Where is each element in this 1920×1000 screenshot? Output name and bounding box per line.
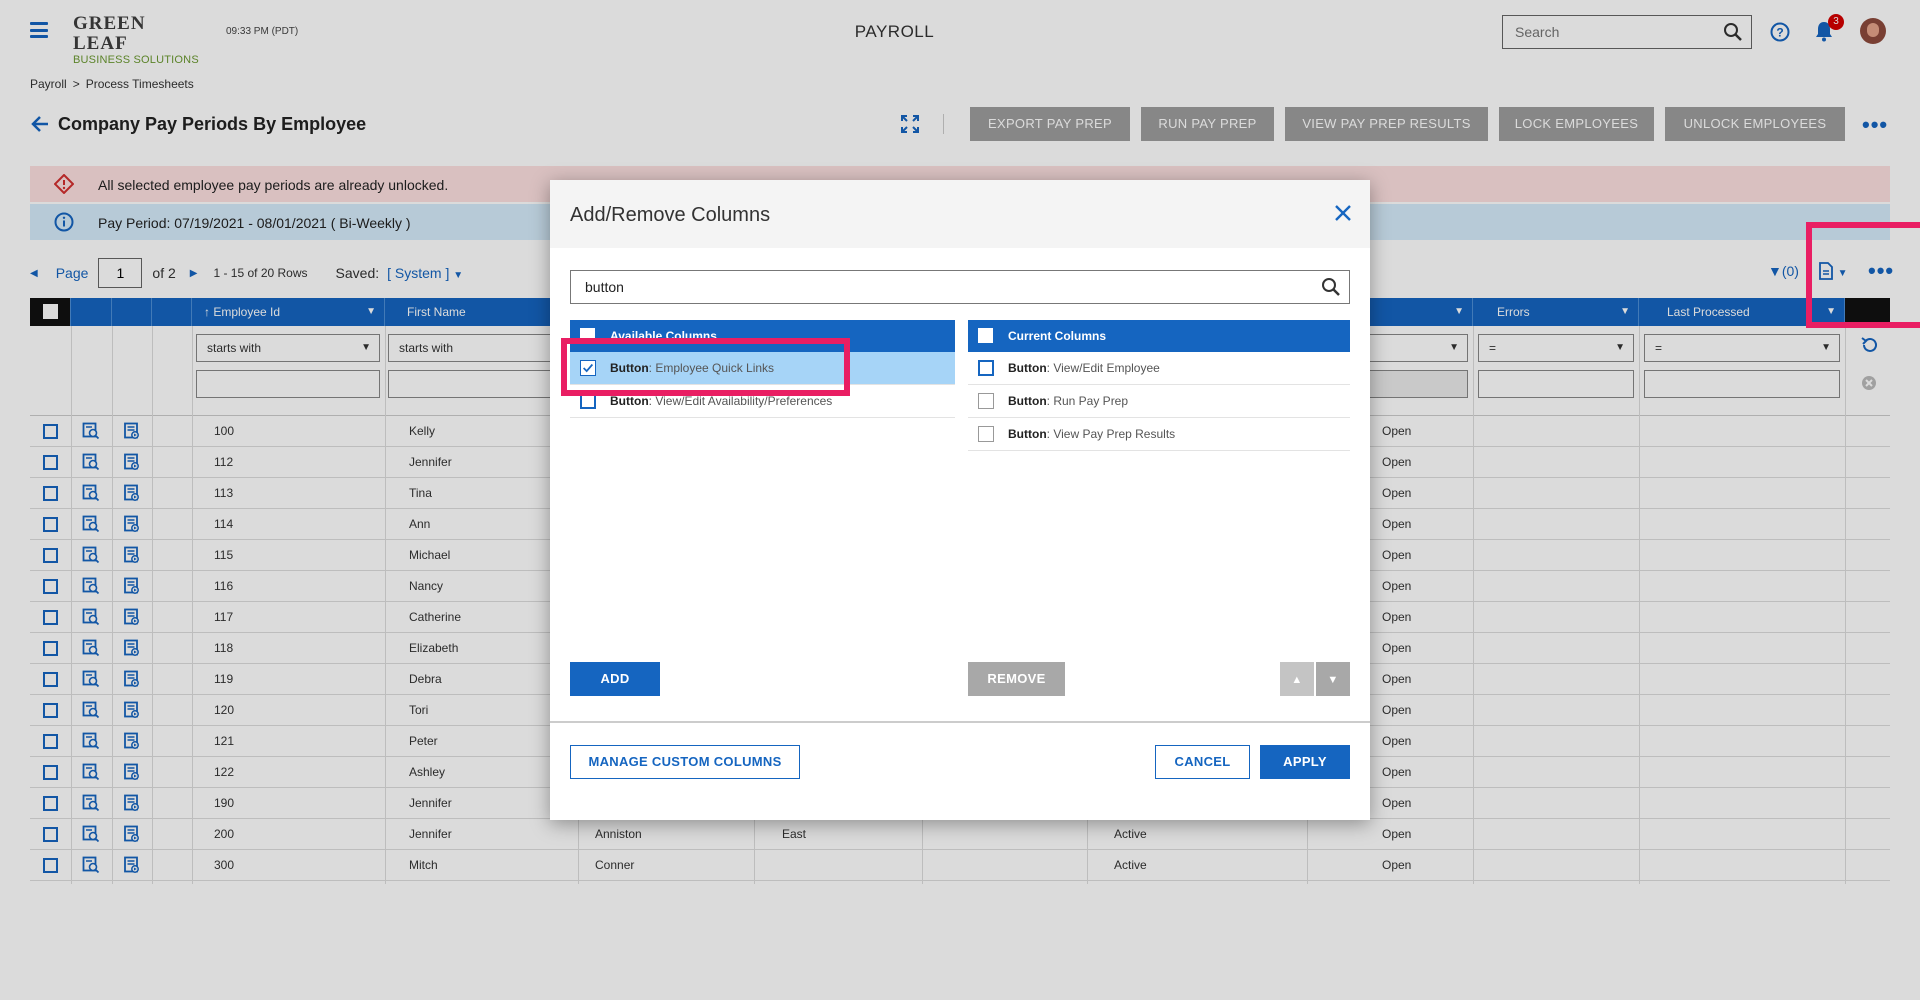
checkbox[interactable] bbox=[978, 360, 994, 376]
item-label: : View/Edit Employee bbox=[1046, 361, 1160, 375]
current-column-item[interactable]: Button: Run Pay Prep bbox=[968, 385, 1350, 418]
dialog-divider bbox=[550, 721, 1370, 723]
move-down-button[interactable]: ▼ bbox=[1316, 662, 1350, 696]
move-up-button[interactable]: ▲ bbox=[1280, 662, 1314, 696]
add-remove-columns-dialog: Add/Remove Columns Available Columns But… bbox=[550, 180, 1370, 820]
item-prefix: Button bbox=[610, 394, 649, 408]
checkbox[interactable] bbox=[978, 426, 994, 442]
dialog-header: Add/Remove Columns bbox=[550, 180, 1370, 248]
cancel-button[interactable]: CANCEL bbox=[1155, 745, 1250, 779]
select-all-current-checkbox[interactable] bbox=[978, 328, 993, 343]
item-prefix: Button bbox=[1008, 361, 1047, 375]
item-prefix: Button bbox=[1008, 394, 1047, 408]
item-label: : View Pay Prep Results bbox=[1046, 427, 1176, 441]
annotation-highlight-selected-item bbox=[561, 338, 850, 396]
chevron-up-icon: ▲ bbox=[1291, 674, 1303, 686]
item-label: : Run Pay Prep bbox=[1046, 394, 1129, 408]
close-icon[interactable] bbox=[1334, 204, 1352, 222]
search-icon[interactable] bbox=[1321, 277, 1341, 297]
current-columns-title: Current Columns bbox=[1008, 329, 1107, 343]
checkbox[interactable] bbox=[978, 393, 994, 409]
chevron-down-icon: ▼ bbox=[1327, 674, 1339, 686]
annotation-highlight-column-settings bbox=[1806, 222, 1920, 328]
manage-custom-columns-button[interactable]: MANAGE CUSTOM COLUMNS bbox=[570, 745, 800, 779]
current-columns-list: Current Columns Button: View/Edit Employ… bbox=[968, 320, 1350, 451]
current-columns-header: Current Columns bbox=[968, 320, 1350, 352]
apply-button[interactable]: APPLY bbox=[1260, 745, 1350, 779]
add-button[interactable]: ADD bbox=[570, 662, 660, 696]
column-search[interactable] bbox=[570, 270, 1350, 304]
column-search-input[interactable] bbox=[571, 271, 1301, 303]
item-prefix: Button bbox=[1008, 427, 1047, 441]
dialog-title: Add/Remove Columns bbox=[570, 204, 771, 226]
current-column-item[interactable]: Button: View Pay Prep Results bbox=[968, 418, 1350, 451]
current-column-item[interactable]: Button: View/Edit Employee bbox=[968, 352, 1350, 385]
item-label: : View/Edit Availability/Preferences bbox=[648, 394, 833, 408]
remove-button[interactable]: REMOVE bbox=[968, 662, 1065, 696]
